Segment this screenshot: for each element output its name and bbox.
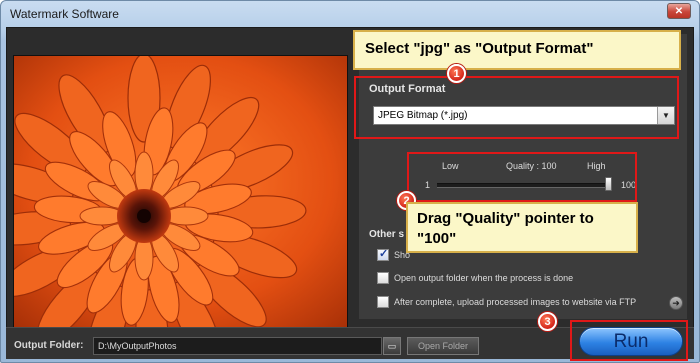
option-checkbox-open-folder[interactable] [377, 272, 389, 284]
folder-icon[interactable]: ▭ [383, 337, 401, 355]
step3-badge: 3 [538, 312, 557, 331]
arrow-circle-icon[interactable]: ➜ [669, 296, 683, 310]
step1-callout: Select "jpg" as "Output Format" [353, 30, 681, 70]
other-settings-label: Other s [369, 229, 405, 240]
step2-callout: Drag "Quality" pointer to "100" [406, 202, 638, 253]
close-icon[interactable]: ✕ [667, 3, 691, 19]
step1-callout-text: Select "jpg" as "Output Format" [365, 40, 594, 57]
flower-image [14, 56, 347, 331]
option-checkbox-ftp[interactable] [377, 296, 389, 308]
output-folder-input[interactable]: D:\MyOutputPhotos [93, 337, 382, 355]
app-window: Watermark Software ✕ Output Format JPEG … [0, 0, 700, 363]
step2-callout-text: Drag "Quality" pointer to "100" [417, 210, 594, 247]
image-preview [13, 55, 348, 332]
output-folder-label: Output Folder: [14, 340, 84, 351]
window-title: Watermark Software [10, 7, 119, 21]
step1-highlight [354, 76, 679, 139]
option-label-open-folder: Open output folder when the process is d… [394, 273, 574, 283]
option-checkbox-show[interactable] [377, 247, 389, 261]
option-label-ftp: After complete, upload processed images … [394, 297, 637, 307]
step2-highlight [407, 152, 637, 202]
step1-badge: 1 [447, 64, 466, 83]
open-folder-button[interactable]: Open Folder [407, 337, 479, 355]
step3-highlight [570, 320, 688, 361]
title-bar[interactable]: Watermark Software ✕ [1, 1, 699, 27]
